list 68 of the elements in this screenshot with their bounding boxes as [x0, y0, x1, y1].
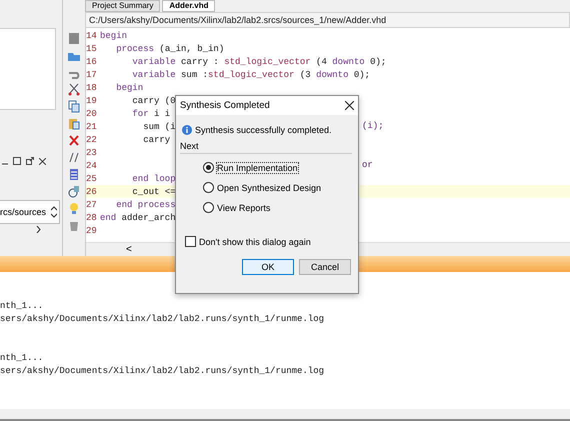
log-line: sers/akshy/Documents/Xilinx/lab2/lab2.runs/synth_1/runme.log — [0, 314, 326, 326]
line-number: 17 — [86, 70, 98, 80]
line-number: 19 — [86, 96, 98, 106]
code-line: variable carry : std_logic_vector (4 downto 0); — [131, 56, 386, 66]
checkbox-label[interactable]: Don't show this dialog again — [199, 236, 311, 246]
group-label: Next — [180, 141, 352, 154]
radio-button[interactable] — [203, 182, 214, 193]
tool-icon[interactable] — [67, 185, 81, 198]
log-line: sers/akshy/Documents/Xilinx/lab2/lab2.runs/synth_1/runme.log — [0, 366, 326, 378]
editor-tab[interactable]: Adder.vhd — [162, 0, 216, 12]
float-window-icon[interactable] — [26, 157, 34, 165]
line-number: 29 — [86, 226, 98, 236]
line-number: 27 — [86, 200, 98, 210]
code-line: end loop — [131, 174, 176, 184]
code-fragment: (i); — [362, 120, 384, 133]
delete-icon[interactable] — [67, 134, 81, 147]
code-line: begin — [115, 82, 144, 92]
scroll-left-arrow[interactable]: < — [126, 244, 132, 255]
ok-button[interactable]: OK — [242, 259, 294, 275]
line-number: 28 — [86, 212, 98, 222]
log-line: nth_1... — [0, 353, 44, 365]
line-number: 23 — [86, 148, 98, 158]
save-icon[interactable] — [67, 32, 81, 45]
path-field[interactable]: rcs/sources — [0, 200, 60, 224]
line-number: 25 — [86, 174, 98, 184]
option-label[interactable]: Run Implementation — [217, 162, 298, 172]
line-number: 15 — [86, 44, 98, 54]
code-line: process (a_in, b_in) — [115, 44, 224, 54]
line-number: 26 — [86, 186, 98, 196]
code-line: carry (0 — [131, 96, 176, 106]
line-number: 24 — [86, 160, 98, 170]
code-line: for i i — [131, 108, 170, 118]
code-line: end adder_arch — [100, 212, 176, 222]
comment-icon[interactable] — [67, 151, 81, 164]
list-icon[interactable] — [67, 168, 81, 181]
radio-button[interactable] — [203, 162, 214, 173]
code-line: end process — [115, 200, 176, 210]
code-line: sum (i — [142, 122, 176, 132]
code-fragment: or — [362, 159, 373, 172]
log-line: nth_1... — [0, 301, 44, 313]
line-number: 16 — [86, 56, 98, 66]
copy-icon[interactable] — [67, 100, 81, 113]
option-label[interactable]: View Reports — [217, 202, 270, 212]
code-line: variable sum :std_logic_vector (3 downto 0); — [131, 70, 370, 80]
close-icon[interactable] — [345, 101, 354, 110]
code-line: carry — [142, 134, 170, 144]
code-line: c_out <= — [131, 186, 176, 196]
lightbulb-icon[interactable] — [67, 202, 81, 215]
cancel-button[interactable]: Cancel — [299, 259, 351, 275]
line-number: 18 — [86, 82, 98, 92]
radio-button[interactable] — [203, 202, 214, 213]
dialog-message: Synthesis successfully completed. — [195, 125, 332, 135]
file-path: C:/Users/akshy/Documents/Xilinx/lab2/lab2.srcs/sources_1/new/Adder.vhd — [85, 12, 570, 28]
editor-tab[interactable]: Project Summary — [85, 0, 160, 12]
dialog-title: Synthesis Completed — [180, 100, 270, 111]
info-icon — [182, 125, 192, 135]
spin-arrows-icon[interactable] — [51, 206, 57, 218]
line-number: 22 — [86, 134, 98, 144]
maximize-icon[interactable] — [13, 157, 21, 165]
option-label[interactable]: Open Synthesized Design — [217, 182, 322, 192]
paste-icon[interactable] — [67, 117, 81, 130]
line-number: 14 — [86, 30, 98, 40]
close-icon[interactable] — [39, 158, 46, 164]
line-number: 21 — [86, 122, 98, 132]
checkbox[interactable] — [185, 236, 196, 247]
code-line: begin — [100, 30, 128, 40]
line-number: 20 — [86, 108, 98, 118]
scissors-icon[interactable] — [67, 83, 81, 96]
